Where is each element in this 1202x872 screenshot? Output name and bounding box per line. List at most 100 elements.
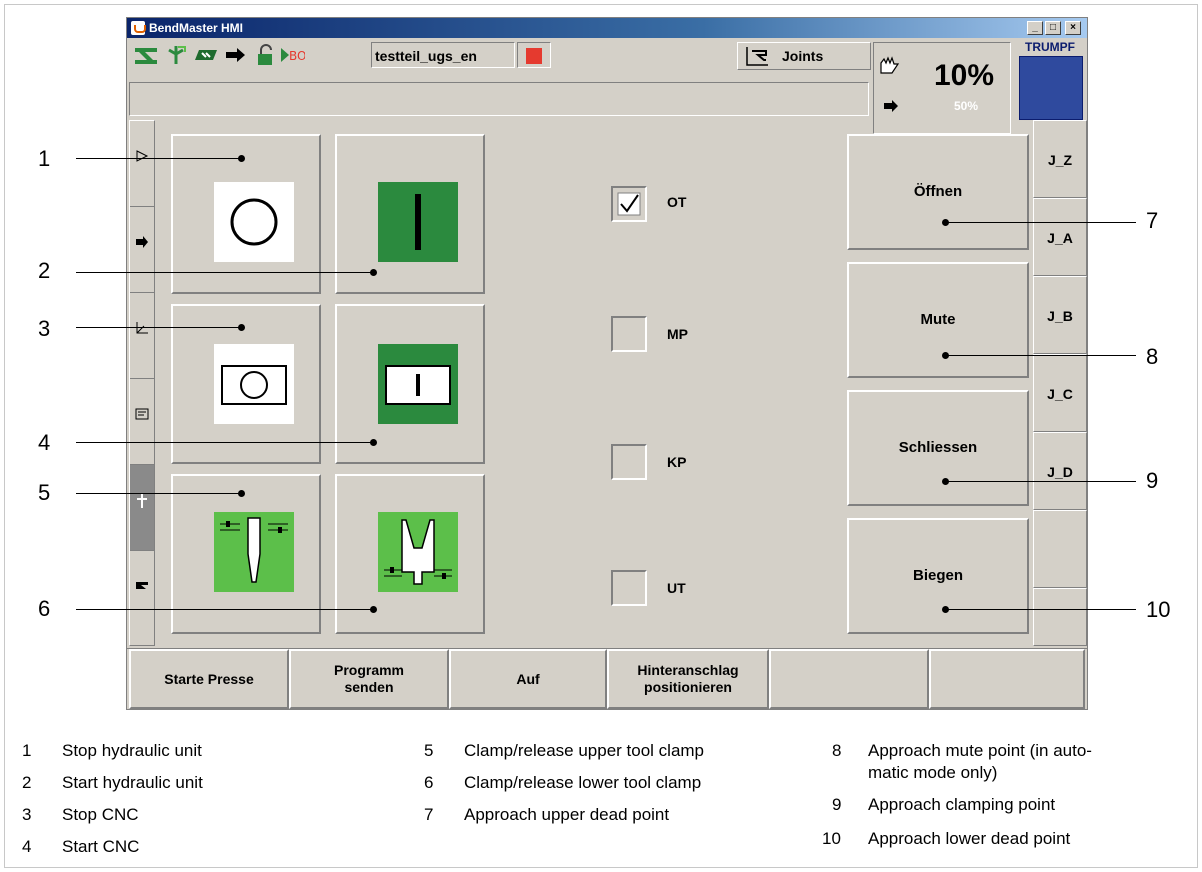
legend-text: matic mode only) [868, 763, 998, 782]
legend-number: 8 [832, 741, 842, 760]
joint-empty-button[interactable] [1033, 510, 1087, 588]
leader-line [946, 222, 1136, 223]
program-icon[interactable] [193, 44, 219, 66]
legend-text: Approach lower dead point [868, 829, 1071, 848]
legend-text: Clamp/release lower tool clamp [464, 773, 702, 792]
joint-a-button[interactable]: J_A [1033, 198, 1087, 276]
upper-tool-clamp-button[interactable] [171, 474, 321, 634]
legend-column: 8 Approach mute point (in auto- matic mo… [822, 740, 1192, 864]
legend-number: 4 [22, 837, 32, 856]
callout-number: 3 [38, 316, 51, 341]
callout-number: 7 [1146, 208, 1159, 233]
axes-icon [136, 322, 148, 334]
kp-label: KP [667, 454, 687, 470]
joints-button[interactable]: Joints [737, 42, 871, 70]
title-bar: BendMaster HMI _ □ × [127, 18, 1087, 38]
joints-label: Joints [782, 48, 824, 64]
left-tab-bend[interactable] [130, 551, 154, 637]
callout-number: 9 [1146, 468, 1159, 493]
function-key-empty[interactable] [769, 649, 929, 709]
joint-bar: J_Z J_A J_B J_C J_D [1033, 120, 1087, 646]
callout-number: 10 [1146, 597, 1171, 622]
send-program-button[interactable]: Programm senden [289, 649, 449, 709]
minimize-button[interactable]: _ [1027, 21, 1043, 35]
callout-number: 5 [38, 480, 51, 505]
callout-number: 1 [38, 146, 51, 171]
start-hydraulic-button[interactable] [335, 134, 485, 294]
mp-label: MP [667, 326, 688, 342]
ot-label: OT [667, 194, 687, 210]
kp-checkbox[interactable] [611, 444, 647, 480]
ut-checkbox[interactable] [611, 570, 647, 606]
position-backgauge-button[interactable]: Hinteranschlag positionieren [607, 649, 769, 709]
leader-dot [942, 478, 949, 485]
legend-text: Stop CNC [62, 805, 139, 824]
legend-item: 6 Clamp/release lower tool clamp [424, 772, 804, 796]
leader-dot [238, 490, 245, 497]
leader-dot [942, 606, 949, 613]
leader-line [76, 327, 242, 328]
bend-button[interactable]: Biegen [847, 518, 1029, 634]
joint-empty-button[interactable] [1033, 588, 1087, 646]
legend-number: 9 [832, 795, 842, 814]
close-clamp-button[interactable]: Schliessen [847, 390, 1029, 506]
start-press-button[interactable]: Starte Presse [129, 649, 289, 709]
joint-b-button[interactable]: J_B [1033, 276, 1087, 354]
checkmark-icon [617, 192, 641, 216]
stop-icon [526, 48, 542, 64]
legend-text: Start CNC [62, 837, 140, 856]
cnc-on-icon [378, 344, 458, 424]
press-mode-icon[interactable] [133, 44, 159, 66]
mute-button[interactable]: Mute [847, 262, 1029, 378]
ot-checkbox[interactable] [611, 186, 647, 222]
bar-on-icon [378, 182, 458, 262]
left-tab-view[interactable] [130, 121, 154, 207]
leader-dot [238, 155, 245, 162]
upper-clamp-icon [214, 512, 294, 592]
leader-dot [942, 352, 949, 359]
legend-number: 6 [424, 773, 434, 792]
callout-number: 8 [1146, 344, 1159, 369]
svg-text:BO: BO [289, 49, 305, 63]
joint-c-button[interactable]: J_C [1033, 354, 1087, 432]
joint-d-button[interactable]: J_D [1033, 432, 1087, 510]
legend-item: 5 Clamp/release upper tool clamp [424, 740, 804, 764]
stop-cnc-button[interactable] [171, 304, 321, 464]
start-cnc-button[interactable] [335, 304, 485, 464]
legend-item: 2 Start hydraulic unit [22, 772, 362, 796]
legend-item: 8 Approach mute point (in auto- matic mo… [832, 740, 1192, 788]
program-name-field: testteil_ugs_en [371, 42, 515, 68]
speed-secondary-value: 50% [954, 99, 979, 113]
up-button[interactable]: Auf [449, 649, 607, 709]
lock-open-icon[interactable] [253, 44, 279, 66]
brand-block [1019, 56, 1083, 120]
legend-number: 2 [22, 773, 32, 792]
function-key-empty[interactable] [929, 649, 1085, 709]
mp-checkbox[interactable] [611, 316, 647, 352]
stop-indicator[interactable] [517, 42, 551, 68]
left-tab-step[interactable] [130, 207, 154, 293]
tool-setup-icon[interactable] [163, 44, 189, 66]
left-tab-tools[interactable] [130, 465, 154, 551]
leader-dot [370, 439, 377, 446]
lower-tool-clamp-button[interactable] [335, 474, 485, 634]
maximize-button[interactable]: □ [1045, 21, 1061, 35]
left-tab-list[interactable] [130, 379, 154, 465]
legend-number: 5 [424, 741, 434, 760]
leader-line [946, 355, 1136, 356]
open-button[interactable]: Öffnen [847, 134, 1029, 250]
bend-icon [136, 582, 148, 589]
step-icon [136, 236, 148, 248]
joint-z-button[interactable]: J_Z [1033, 120, 1087, 198]
speed-value: 10% [934, 59, 995, 92]
step-forward-icon[interactable] [223, 44, 249, 66]
left-tab-axes[interactable] [130, 293, 154, 379]
legend-item: 10 Approach lower dead point [822, 828, 1192, 852]
legend-text: Approach clamping point [868, 795, 1056, 814]
step-arrow-icon [884, 100, 898, 112]
legend-item: 7 Approach upper dead point [424, 804, 804, 828]
bo-status-icon: BO [281, 48, 305, 63]
brand-name: TRUMPF [1025, 40, 1075, 54]
main-panel: OT MP KP UT Öffnen Mute Schliessen Biege… [157, 120, 1031, 646]
close-button[interactable]: × [1065, 21, 1081, 35]
